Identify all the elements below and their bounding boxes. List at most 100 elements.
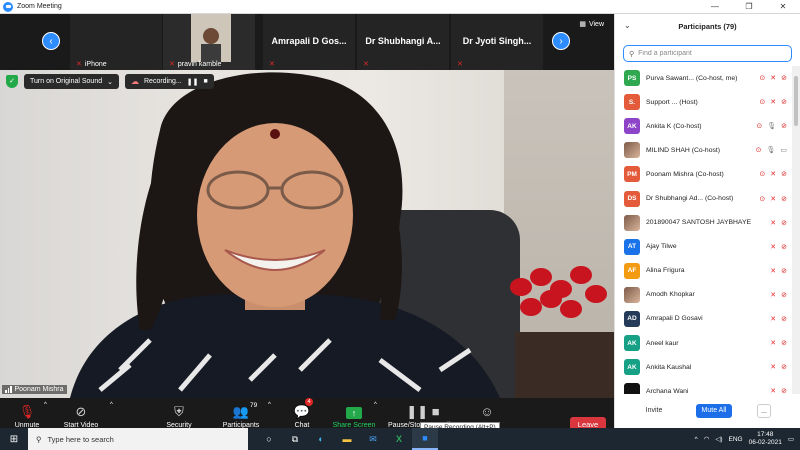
video-off-icon[interactable]: ⊘ xyxy=(781,339,787,347)
video-off-icon[interactable]: ⊘ xyxy=(781,387,787,394)
view-button[interactable]: ▦ View xyxy=(579,20,604,29)
mic-muted-icon[interactable]: ✕ xyxy=(770,74,776,82)
video-off-icon[interactable]: ⊘ xyxy=(781,170,787,178)
wifi-icon[interactable]: ◠ xyxy=(704,435,710,443)
share-options-caret[interactable]: ^ xyxy=(374,402,377,408)
edge-icon[interactable]: ◐ xyxy=(308,428,334,450)
security-button[interactable]: ⛨ Security xyxy=(144,404,214,429)
video-off-icon[interactable]: ⊘ xyxy=(781,315,787,323)
invite-button[interactable]: Invite xyxy=(641,404,667,418)
video-off-icon[interactable]: ⊘ xyxy=(781,243,787,251)
thumbnail-tile[interactable]: ✕ pravin kamble xyxy=(163,14,255,70)
participant-row[interactable]: AD Amrapali D Gosavi ✕ ⊘ xyxy=(615,307,793,331)
panel-title: Participants (79) xyxy=(678,22,737,31)
file-explorer-icon[interactable]: ▬ xyxy=(334,428,360,450)
mic-off-icon: ✕ xyxy=(169,61,175,68)
thumbnail-name: Dr Jyoti Singh... xyxy=(462,36,532,46)
mic-muted-icon[interactable]: ✕ xyxy=(770,219,776,227)
mic-muted-icon[interactable]: ✕ xyxy=(770,267,776,275)
volume-icon[interactable]: ◁) xyxy=(715,435,722,443)
minimize-button[interactable]: — xyxy=(698,0,732,14)
mic-icon[interactable]: 🎙 xyxy=(767,122,776,130)
thumbnail-tile[interactable]: Dr Shubhangi A... ✕ xyxy=(357,14,449,70)
mic-muted-icon[interactable]: ✕ xyxy=(770,195,776,203)
excel-icon[interactable]: X xyxy=(386,428,412,450)
participant-name: MILIND SHAH (Co-host) xyxy=(646,146,721,154)
more-options-button[interactable]: ... xyxy=(757,404,771,418)
mic-muted-icon[interactable]: ✕ xyxy=(770,363,776,371)
maximize-button[interactable]: ❐ xyxy=(732,0,766,14)
close-button[interactable]: ✕ xyxy=(766,0,800,14)
participant-search: ⚲ xyxy=(623,45,792,62)
thumbnail-tile[interactable]: Dr Jyoti Singh... ✕ xyxy=(451,14,543,70)
participant-row[interactable]: AK Ankita K (Co-host) ⊙ 🎙 ⊘ xyxy=(615,114,793,138)
mic-off-icon: ✕ xyxy=(76,61,82,68)
mic-off-icon: ✕ xyxy=(363,61,369,68)
mic-icon[interactable]: 🎙 xyxy=(766,146,775,154)
participant-row[interactable]: S. Support ... (Host) ⊙ ✕ ⊘ xyxy=(615,90,793,114)
participant-row[interactable]: DS Dr Shubhangi Ad... (Co-host) ⊙ ✕ ⊘ xyxy=(615,186,793,210)
search-icon: ⚲ xyxy=(629,50,635,58)
reactions-button[interactable]: ☺ xyxy=(452,404,522,422)
notifications-icon[interactable]: ▭ xyxy=(788,435,794,443)
participant-row[interactable]: Archana Wani ✕ ⊘ xyxy=(615,379,793,394)
encryption-shield-icon[interactable]: ✓ xyxy=(6,75,18,88)
tray-chevron-icon[interactable]: ^ xyxy=(695,436,698,443)
windows-start-icon[interactable]: ⊞ xyxy=(0,434,28,445)
video-off-icon[interactable]: ⊘ xyxy=(781,363,787,371)
participants-button[interactable]: 👥 Participants xyxy=(206,404,276,429)
participant-row[interactable]: AF Alina Frigura ✕ ⊘ xyxy=(615,259,793,283)
zoom-taskbar-icon[interactable]: ■ xyxy=(412,428,438,450)
participant-row[interactable]: AK Ankita Kaushal ✕ ⊘ xyxy=(615,355,793,379)
audio-level-icon xyxy=(5,386,12,393)
mail-icon[interactable]: ✉ xyxy=(360,428,386,450)
video-off-icon[interactable]: ⊘ xyxy=(781,98,787,106)
stop-recording-icon[interactable]: ■ xyxy=(203,78,207,85)
avatar: AF xyxy=(624,262,640,279)
participant-name: Ankita K (Co-host) xyxy=(646,122,702,130)
mic-muted-icon[interactable]: ✕ xyxy=(770,170,776,178)
mic-muted-icon[interactable]: ✕ xyxy=(770,243,776,251)
video-on-icon[interactable]: ▭ xyxy=(780,146,787,154)
mic-muted-icon[interactable]: ✕ xyxy=(770,291,776,299)
participant-list-scrollbar[interactable] xyxy=(792,66,800,394)
video-options-caret[interactable]: ^ xyxy=(110,402,113,408)
pause-recording-icon[interactable]: ❚❚ xyxy=(187,78,199,86)
start-video-button[interactable]: ⊘ Start Video xyxy=(46,404,116,429)
participant-row[interactable]: AT Ajay Tilwe ✕ ⊘ xyxy=(615,235,793,259)
participant-search-input[interactable] xyxy=(638,50,779,57)
video-off-icon[interactable]: ⊘ xyxy=(781,267,787,275)
mic-muted-icon[interactable]: ✕ xyxy=(770,315,776,323)
participant-row[interactable]: AK Aneel kaur ✕ ⊘ xyxy=(615,331,793,355)
participant-name: Poonam Mishra (Co-host) xyxy=(646,170,724,178)
cortana-icon[interactable]: ○ xyxy=(256,428,282,450)
mute-all-button[interactable]: Mute All xyxy=(696,404,732,418)
next-page-button[interactable]: › xyxy=(552,32,570,50)
avatar: PM xyxy=(624,166,640,183)
language-indicator[interactable]: ENG xyxy=(729,436,743,443)
mic-muted-icon[interactable]: ✕ xyxy=(770,387,776,394)
zoom-logo-icon xyxy=(3,1,13,12)
taskbar-search[interactable]: ⚲ Type here to search xyxy=(28,428,248,450)
video-off-icon[interactable]: ⊘ xyxy=(781,219,787,227)
participant-row[interactable]: 201890047 SANTOSH JAYBHAYE ✕ ⊘ xyxy=(615,211,793,235)
video-off-icon[interactable]: ⊘ xyxy=(781,195,787,203)
participant-row[interactable]: PS Purva Sawant... (Co-host, me) ⊙ ✕ ⊘ xyxy=(615,66,793,90)
original-sound-toggle[interactable]: Turn on Original Sound ⌄ xyxy=(24,74,119,89)
share-screen-button[interactable]: ↑ Share Screen xyxy=(319,404,389,429)
thumbnail-tile[interactable]: Amrapali D Gos... ✕ xyxy=(263,14,355,70)
participant-row[interactable]: PM Poonam Mishra (Co-host) ⊙ ✕ ⊘ xyxy=(615,162,793,186)
participant-list: PS Purva Sawant... (Co-host, me) ⊙ ✕ ⊘ S. Supp… xyxy=(615,66,793,394)
video-off-icon[interactable]: ⊘ xyxy=(781,74,787,82)
video-off-icon[interactable]: ⊘ xyxy=(781,122,787,130)
video-off-icon[interactable]: ⊘ xyxy=(781,291,787,299)
participant-row[interactable]: Amodh Khopkar ✕ ⊘ xyxy=(615,283,793,307)
task-view-icon[interactable]: ⧉ xyxy=(282,428,308,450)
taskbar-clock[interactable]: 17:48 06-02-2021 xyxy=(749,431,782,447)
mic-muted-icon[interactable]: ✕ xyxy=(770,98,776,106)
participant-name: Dr Shubhangi Ad... (Co-host) xyxy=(646,195,734,203)
mic-muted-icon[interactable]: ✕ xyxy=(770,339,776,347)
participant-row[interactable]: MILIND SHAH (Co-host) ⊙ 🎙 ▭ xyxy=(615,138,793,162)
thumbnail-tile[interactable]: ✕ iPhone xyxy=(70,14,162,70)
prev-page-button[interactable]: ‹ xyxy=(42,32,60,50)
